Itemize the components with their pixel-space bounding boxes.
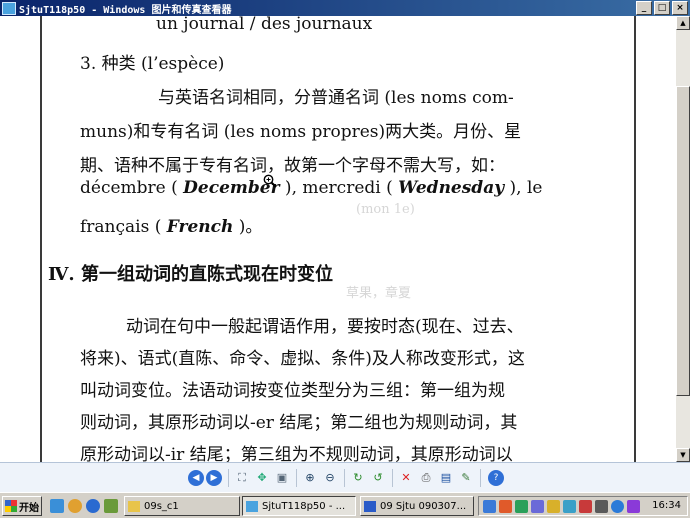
zoom-out-icon[interactable]: ⊖ bbox=[322, 470, 338, 486]
tray-network-icon[interactable] bbox=[483, 500, 496, 513]
tray-app-icon[interactable] bbox=[627, 500, 640, 513]
scroll-down-button[interactable]: ▼ bbox=[676, 448, 690, 462]
save-icon[interactable]: ▤ bbox=[438, 470, 454, 486]
tray-app-icon[interactable] bbox=[563, 500, 576, 513]
quick-launch-desktop-icon[interactable] bbox=[50, 499, 64, 513]
text-line: français ( French )。 bbox=[80, 217, 263, 237]
quick-launch-app-icon[interactable] bbox=[104, 499, 118, 513]
document-icon bbox=[364, 500, 376, 512]
text-line: un journal / des journaux bbox=[156, 16, 373, 34]
close-button[interactable]: × bbox=[672, 1, 688, 15]
tray-app-icon[interactable] bbox=[579, 500, 592, 513]
tray-app-icon[interactable] bbox=[611, 500, 624, 513]
image-viewer-app-icon[interactable] bbox=[2, 1, 16, 15]
taskbar: 开始 09s_c1 SjtuT118p50 - ... 09 Sjtu 0903… bbox=[0, 492, 690, 518]
system-tray: 16:34 bbox=[478, 496, 688, 516]
zoom-in-cursor-icon bbox=[263, 174, 277, 188]
toolbar-separator bbox=[228, 469, 229, 487]
tray-app-icon[interactable] bbox=[531, 500, 544, 513]
window-controls: _ □ × bbox=[636, 1, 688, 15]
tray-app-icon[interactable] bbox=[499, 500, 512, 513]
text-line: muns)和专有名词 (les noms propres)两大类。月份、星 bbox=[80, 122, 522, 142]
toolbar-separator bbox=[392, 469, 393, 487]
text-line: 期、语种不属于专有名词，故第一个字母不需大写，如： bbox=[80, 156, 505, 176]
folder-icon bbox=[128, 500, 140, 512]
print-icon[interactable]: ⎙ bbox=[418, 470, 434, 486]
toolbar-separator bbox=[296, 469, 297, 487]
toolbar-separator bbox=[480, 469, 481, 487]
rotate-clockwise-icon[interactable]: ↻ bbox=[350, 470, 366, 486]
quick-launch-browser-icon[interactable] bbox=[68, 499, 82, 513]
tray-app-icon[interactable] bbox=[547, 500, 560, 513]
image-viewer-icon bbox=[246, 500, 258, 512]
text-line: 叫动词变位。法语动词按变位类型分为三组：第一组为规 bbox=[80, 381, 505, 401]
taskbar-item-document[interactable]: 09 Sjtu 090307... bbox=[360, 496, 474, 516]
help-icon[interactable]: ? bbox=[488, 470, 504, 486]
text-line: 原形动词以-ir 结尾；第三组为不规则动词，其原形动词以 bbox=[80, 445, 513, 462]
minimize-button[interactable]: _ bbox=[636, 1, 652, 15]
scanned-page: un journal / des journaux 3. 种类 (l’espèc… bbox=[0, 16, 676, 462]
section-heading: Ⅳ. 第一组动词的直陈式现在时变位 bbox=[48, 264, 333, 285]
text-line: 则动词，其原形动词以-er 结尾；第二组也为规则动词，其 bbox=[80, 413, 518, 433]
previous-image-icon[interactable]: ◀ bbox=[188, 470, 204, 486]
window-title: SjtuT118p50 - Windows 图片和传真查看器 bbox=[19, 4, 232, 16]
actual-size-icon[interactable]: ✥ bbox=[254, 470, 270, 486]
maximize-button[interactable]: □ bbox=[654, 1, 670, 15]
text-line: 将来)、语式(直陈、命令、虚拟、条件)及人称改变形式，这 bbox=[80, 349, 525, 369]
title-bar: SjtuT118p50 - Windows 图片和传真查看器 _ □ × bbox=[0, 0, 690, 16]
text-line: décembre ( December ), mercredi ( Wednes… bbox=[80, 178, 543, 198]
start-button[interactable]: 开始 bbox=[2, 496, 42, 516]
windows-logo-icon bbox=[5, 500, 17, 512]
scroll-up-button[interactable]: ▲ bbox=[676, 16, 690, 30]
text-line: 动词在句中一般起谓语作用，要按时态(现在、过去、 bbox=[126, 317, 524, 337]
vertical-scrollbar[interactable]: ▲ ▼ bbox=[676, 16, 690, 462]
next-image-icon[interactable]: ▶ bbox=[206, 470, 222, 486]
slideshow-icon[interactable]: ▣ bbox=[274, 470, 290, 486]
clock[interactable]: 16:34 bbox=[652, 500, 681, 511]
quick-launch-ie-icon[interactable] bbox=[86, 499, 100, 513]
taskbar-item-folder[interactable]: 09s_c1 bbox=[124, 496, 240, 516]
image-viewport[interactable]: (mon 1e) 草果，章夏 un journal / des journaux… bbox=[0, 16, 676, 462]
toolbar-separator bbox=[344, 469, 345, 487]
scroll-thumb[interactable] bbox=[676, 86, 690, 396]
viewer-toolbar: ◀ ▶ ⛶ ✥ ▣ ⊕ ⊖ ↻ ↺ ✕ ⎙ ▤ ✎ ? bbox=[0, 462, 690, 492]
start-label: 开始 bbox=[19, 502, 39, 514]
rotate-counterclockwise-icon[interactable]: ↺ bbox=[370, 470, 386, 486]
delete-icon[interactable]: ✕ bbox=[398, 470, 414, 486]
taskbar-item-image-viewer[interactable]: SjtuT118p50 - ... bbox=[242, 496, 356, 516]
best-fit-icon[interactable]: ⛶ bbox=[234, 470, 250, 486]
section-title: 3. 种类 (l’espèce) bbox=[80, 54, 225, 74]
tray-volume-icon[interactable] bbox=[595, 500, 608, 513]
tray-app-icon[interactable] bbox=[515, 500, 528, 513]
edit-image-icon[interactable]: ✎ bbox=[458, 470, 474, 486]
zoom-in-icon[interactable]: ⊕ bbox=[302, 470, 318, 486]
text-line: 与英语名词相同，分普通名词 (les noms com- bbox=[158, 88, 514, 108]
